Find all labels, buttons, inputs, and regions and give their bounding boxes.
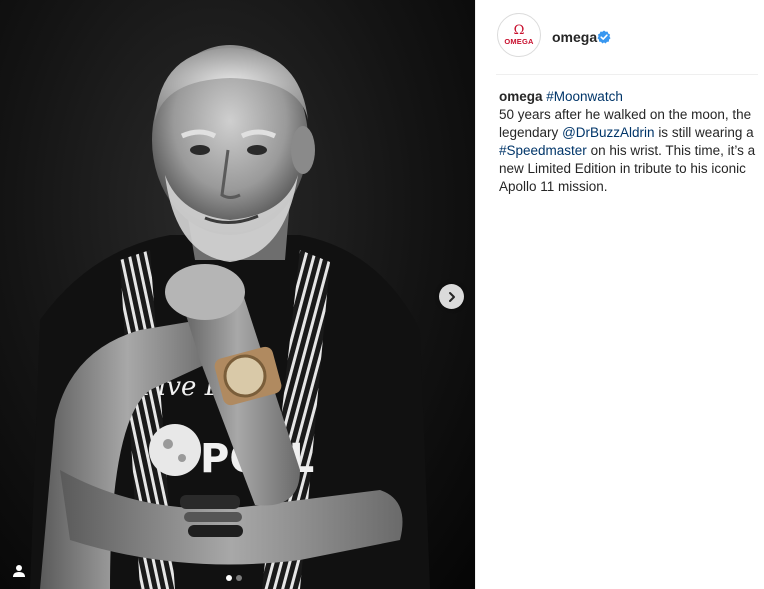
instagram-post: Five D POLL — [0, 0, 764, 589]
hashtag-moonwatch-link[interactable]: #Moonwatch — [546, 89, 623, 104]
header-username-link[interactable]: omega — [552, 29, 597, 45]
post-details-panel: Ω OMEGA omega omega #Moonwatch 50 years … — [475, 0, 764, 589]
header-divider — [496, 74, 758, 75]
next-photo-button[interactable] — [439, 284, 464, 309]
portrait-photo: Five D POLL — [30, 45, 430, 589]
verified-badge-icon — [597, 30, 611, 44]
tagged-users-button[interactable] — [8, 560, 30, 582]
avatar-brand-text: OMEGA — [504, 36, 534, 46]
post-header: Ω OMEGA omega — [476, 0, 764, 74]
mention-drbuzzaldrin-link[interactable]: @DrBuzzAldrin — [562, 125, 654, 140]
carousel-dot-1 — [226, 575, 232, 581]
caption-text-2: is still wearing a — [658, 125, 754, 140]
user-tag-icon — [13, 565, 25, 577]
post-caption: omega #Moonwatch 50 years after he walke… — [499, 88, 761, 196]
avatar[interactable]: Ω OMEGA — [497, 13, 541, 57]
caption-username-link[interactable]: omega — [499, 89, 543, 104]
post-photo[interactable]: Five D POLL — [0, 0, 475, 589]
carousel-dot-2 — [236, 575, 242, 581]
hashtag-speedmaster-link[interactable]: #Speedmaster — [499, 143, 587, 158]
chevron-right-icon — [448, 291, 455, 302]
carousel-indicator — [226, 575, 242, 581]
omega-logo-icon: Ω — [513, 22, 525, 38]
